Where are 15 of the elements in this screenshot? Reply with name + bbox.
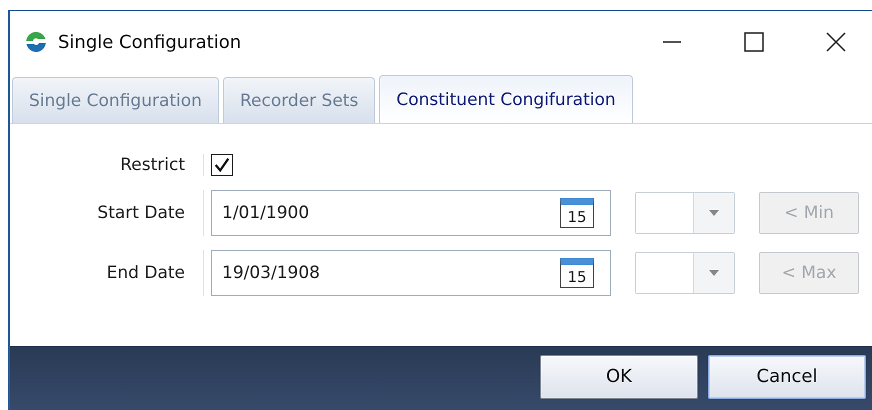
date-label: Start Date xyxy=(96,203,186,223)
maximize-icon[interactable] xyxy=(744,32,764,52)
caret-icon xyxy=(709,270,719,276)
window-title: Single Configuration xyxy=(58,32,242,52)
tab[interactable]: Recorder Sets xyxy=(222,77,376,123)
tab[interactable]: Constituent Congifuration xyxy=(379,75,633,123)
dialog-button[interactable]: OK xyxy=(540,354,698,398)
restrict-label: Restrict xyxy=(119,155,186,175)
restrict-checkbox[interactable] xyxy=(211,154,233,176)
close-icon[interactable] xyxy=(826,32,846,52)
app-logo-icon xyxy=(24,30,48,54)
dialog-button[interactable]: Cancel xyxy=(708,354,866,398)
tab[interactable]: Single Configuration xyxy=(12,77,219,123)
caret-icon xyxy=(709,210,719,216)
date-label: End Date xyxy=(106,263,186,283)
